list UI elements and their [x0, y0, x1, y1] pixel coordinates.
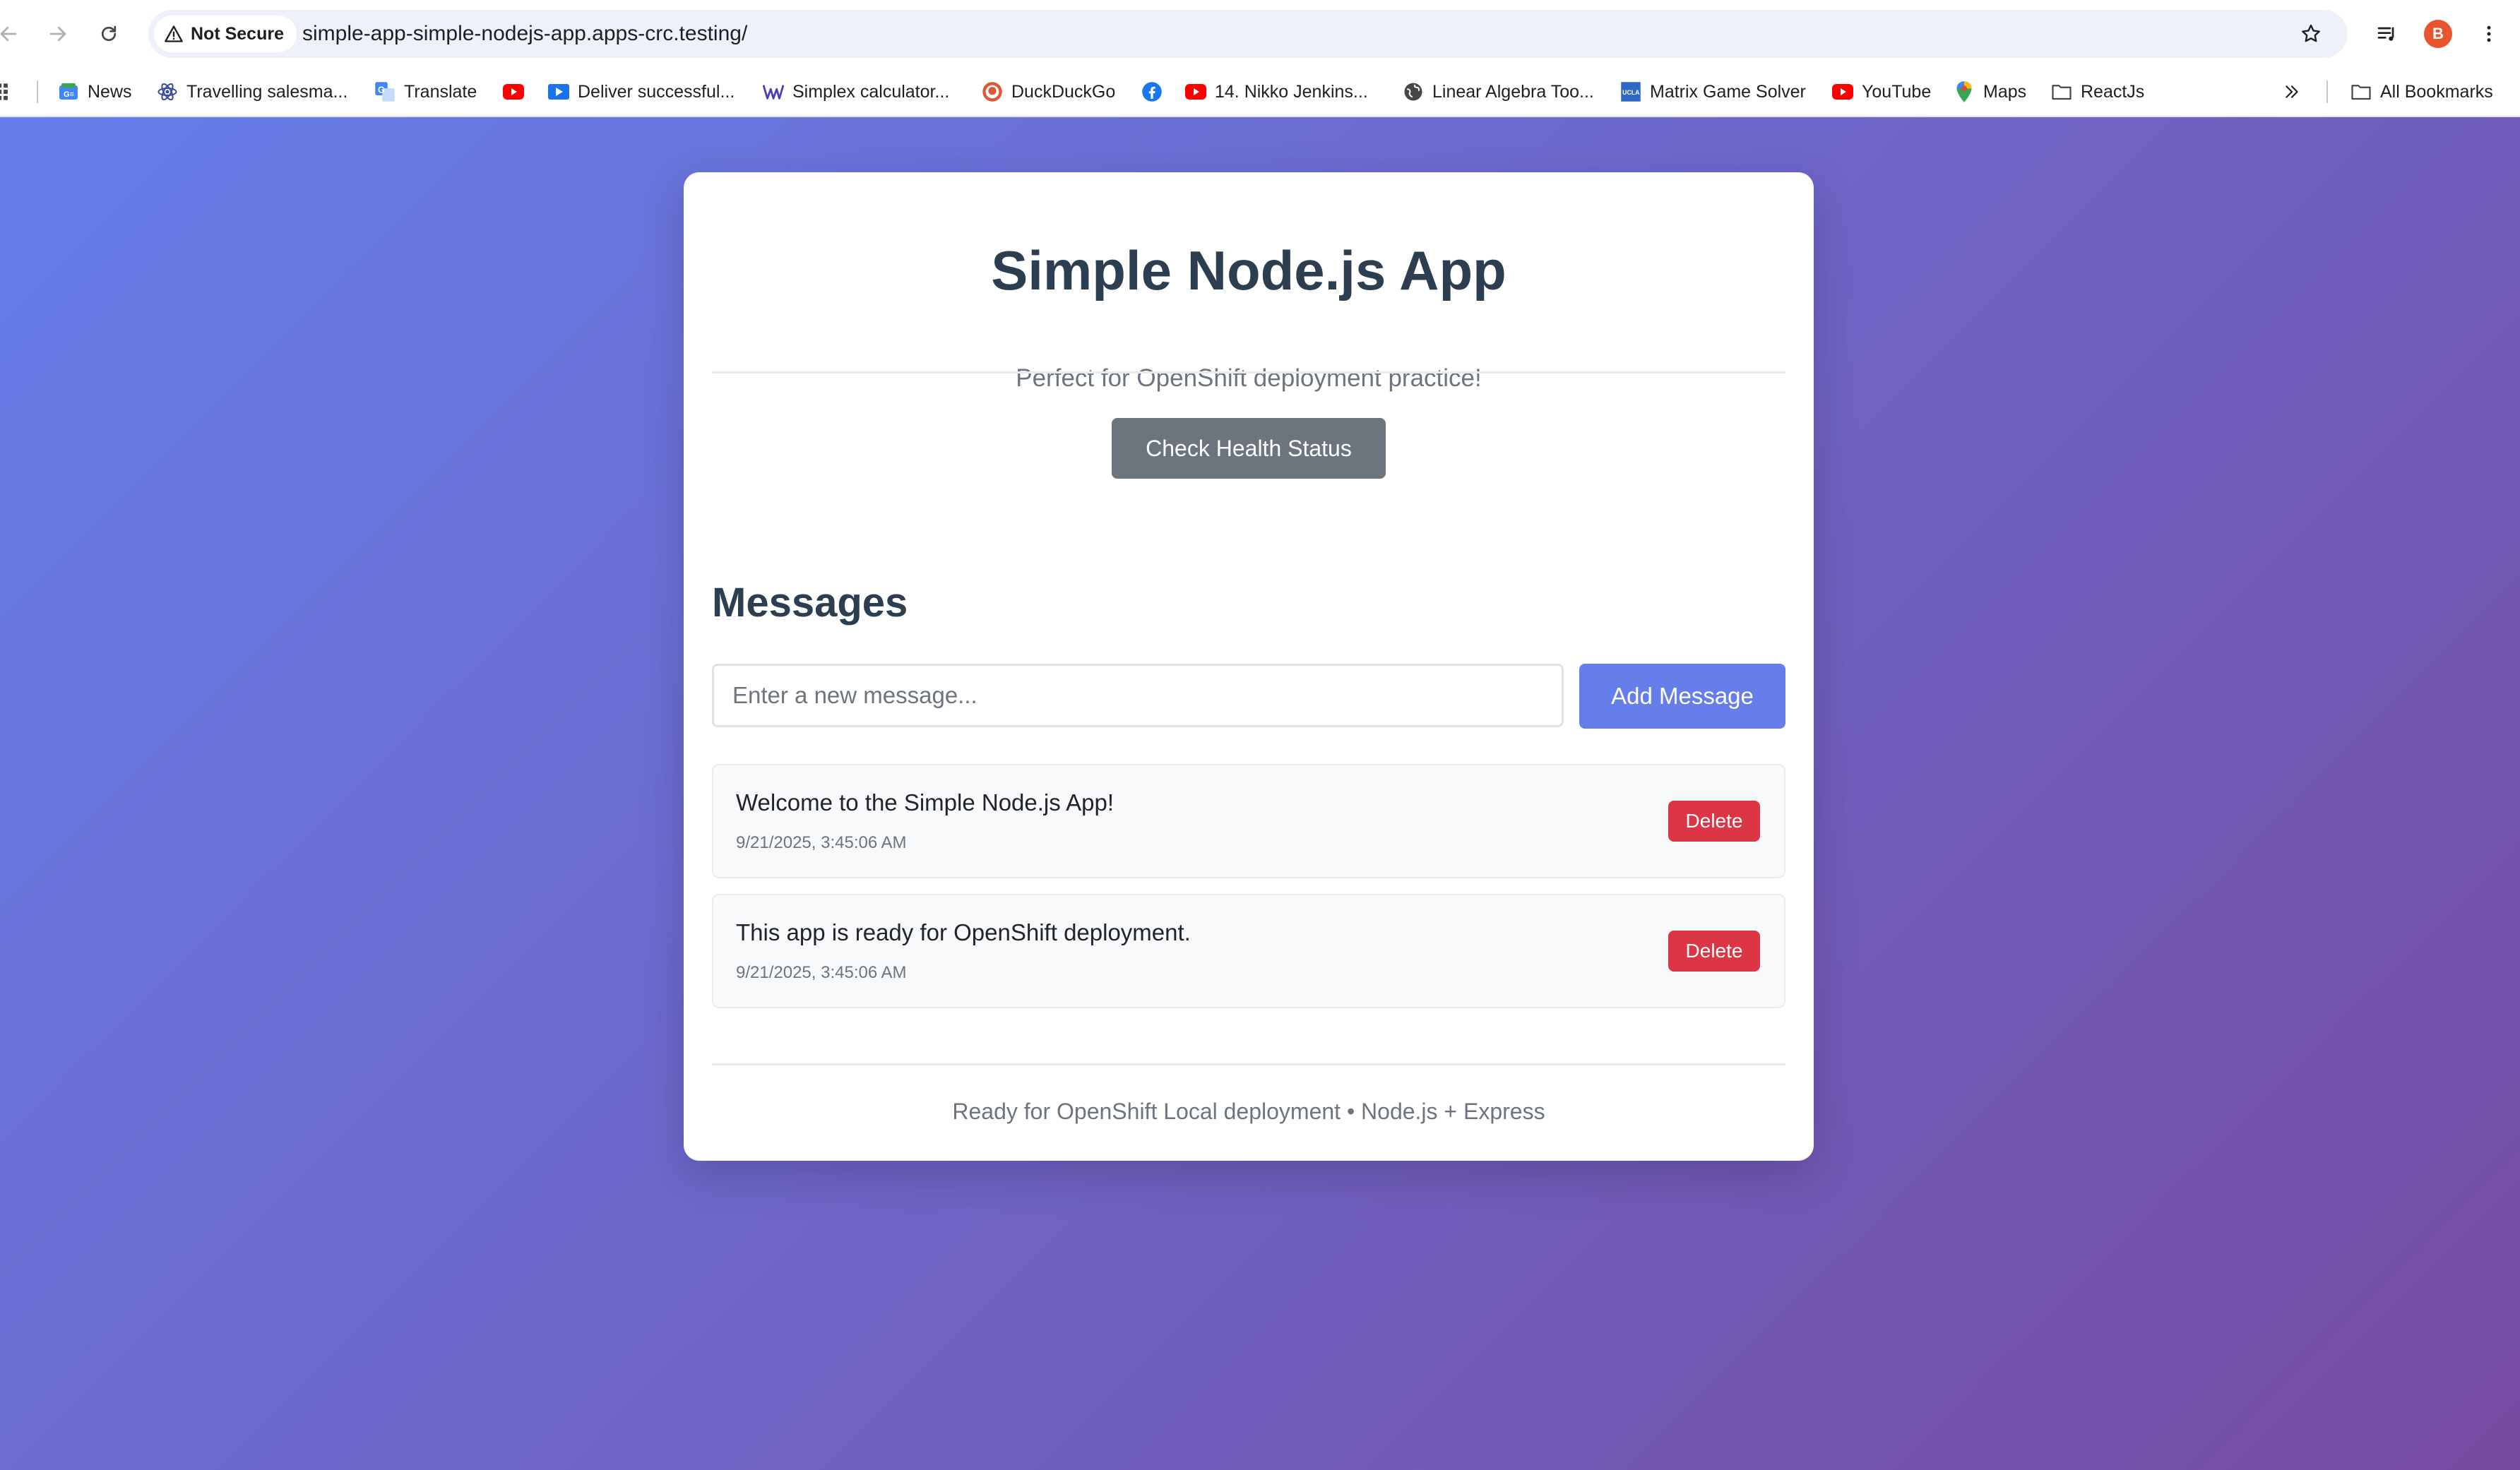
check-health-button[interactable]: Check Health Status — [1112, 418, 1386, 479]
security-label: Not Secure — [191, 23, 284, 44]
url-text[interactable]: simple-app-simple-nodejs-app.apps-crc.te… — [302, 10, 747, 58]
folder-icon — [2350, 81, 2372, 102]
page-background: Simple Node.js App Perfect for OpenShift… — [0, 117, 2520, 1470]
forward-button[interactable] — [40, 16, 76, 52]
playlist-icon — [2377, 27, 2394, 41]
bookmark-youtube[interactable]: YouTube — [1832, 76, 1931, 107]
profile-avatar[interactable]: B — [2424, 20, 2452, 48]
svg-text:UCLA: UCLA — [1622, 89, 1640, 96]
youtube-icon — [1185, 81, 1206, 102]
bookmark-news[interactable]: G≡ News — [58, 76, 132, 107]
bookmarks-separator — [37, 80, 38, 103]
svg-text:G≡: G≡ — [64, 90, 74, 99]
media-control-button[interactable] — [2369, 16, 2406, 52]
page-subtitle: Perfect for OpenShift deployment practic… — [1016, 364, 1482, 392]
security-indicator[interactable]: Not Secure — [154, 16, 297, 52]
footer-divider — [712, 1063, 1785, 1065]
bookmark-travelling-salesman[interactable]: Travelling salesma... — [157, 76, 347, 107]
more-bookmarks-button[interactable] — [2283, 76, 2301, 107]
reload-button[interactable] — [90, 16, 127, 52]
apps-button[interactable] — [0, 76, 16, 107]
duckduckgo-icon — [982, 81, 1003, 102]
message-input[interactable] — [712, 664, 1564, 727]
bookmark-folder-reactjs[interactable]: ReactJs — [2051, 76, 2144, 107]
page-footer: Ready for OpenShift Local deployment • N… — [952, 1099, 1545, 1124]
add-message-button[interactable]: Add Message — [1579, 664, 1785, 729]
bookmark-linear-algebra[interactable]: Linear Algebra Too... — [1403, 76, 1594, 107]
arrow-right-icon — [49, 26, 66, 42]
bookmark-translate[interactable]: G Translate — [374, 76, 477, 107]
arrow-left-icon — [0, 26, 17, 42]
browser-menu-button[interactable] — [2471, 16, 2507, 52]
header-divider — [712, 371, 1785, 374]
delete-message-button[interactable]: Delete — [1668, 801, 1760, 842]
message-timestamp: 9/21/2025, 3:45:06 AM — [736, 963, 907, 982]
maps-pin-icon — [1954, 81, 1975, 102]
bookmark-facebook[interactable] — [1141, 76, 1163, 107]
more-vertical-icon — [2487, 25, 2491, 42]
message-item: This app is ready for OpenShift deployme… — [712, 894, 1785, 1008]
google-news-icon: G≡ — [58, 81, 79, 102]
bookmark-duckduckgo[interactable]: DuckDuckGo — [982, 76, 1115, 107]
bookmarks-bar: G≡ News Travelling salesma... G Translat… — [0, 68, 2520, 117]
chevron-double-right-icon — [2286, 85, 2298, 98]
warning-icon — [165, 25, 183, 42]
app-card: Simple Node.js App Perfect for OpenShift… — [684, 172, 1814, 1161]
bookmark-matrix-game-solver[interactable]: UCLA Matrix Game Solver — [1620, 76, 1806, 107]
bookmark-maps[interactable]: Maps — [1954, 76, 2026, 107]
w-logo-icon — [763, 81, 784, 102]
bookmarks-separator — [2326, 80, 2328, 103]
video-play-icon — [548, 81, 569, 102]
apps-grid-icon — [0, 83, 8, 100]
bookmark-deliver-successful[interactable]: Deliver successful... — [548, 76, 735, 107]
facebook-icon — [1141, 81, 1163, 102]
message-text: Welcome to the Simple Node.js App! — [736, 789, 1114, 815]
atom-icon — [157, 81, 178, 102]
address-bar[interactable]: Not Secure simple-app-simple-nodejs-app.… — [148, 10, 2348, 58]
page-title: Simple Node.js App — [991, 239, 1506, 301]
messages-heading: Messages — [712, 580, 908, 626]
all-bookmarks-button[interactable]: All Bookmarks — [2350, 76, 2493, 107]
globe-icon — [1403, 81, 1424, 102]
youtube-icon — [1832, 81, 1853, 102]
browser-toolbar: Not Secure simple-app-simple-nodejs-app.… — [0, 0, 2520, 68]
youtube-icon — [503, 81, 524, 102]
bookmark-nikko-jenkins[interactable]: 14. Nikko Jenkins... — [1185, 76, 1368, 107]
ucla-icon: UCLA — [1620, 81, 1641, 102]
google-translate-icon: G — [374, 81, 396, 102]
star-icon — [2302, 24, 2320, 42]
bookmark-star-button[interactable] — [2294, 17, 2328, 51]
delete-message-button[interactable]: Delete — [1668, 931, 1760, 972]
message-timestamp: 9/21/2025, 3:45:06 AM — [736, 833, 907, 852]
back-button[interactable] — [0, 16, 27, 52]
reload-icon — [101, 25, 117, 42]
message-item: Welcome to the Simple Node.js App! 9/21/… — [712, 764, 1785, 878]
folder-icon — [2051, 81, 2072, 102]
bookmark-youtube-1[interactable] — [503, 76, 524, 107]
bookmark-simplex-calculator[interactable]: Simplex calculator... — [763, 76, 949, 107]
svg-text:G: G — [378, 85, 385, 95]
message-text: This app is ready for OpenShift deployme… — [736, 919, 1191, 945]
